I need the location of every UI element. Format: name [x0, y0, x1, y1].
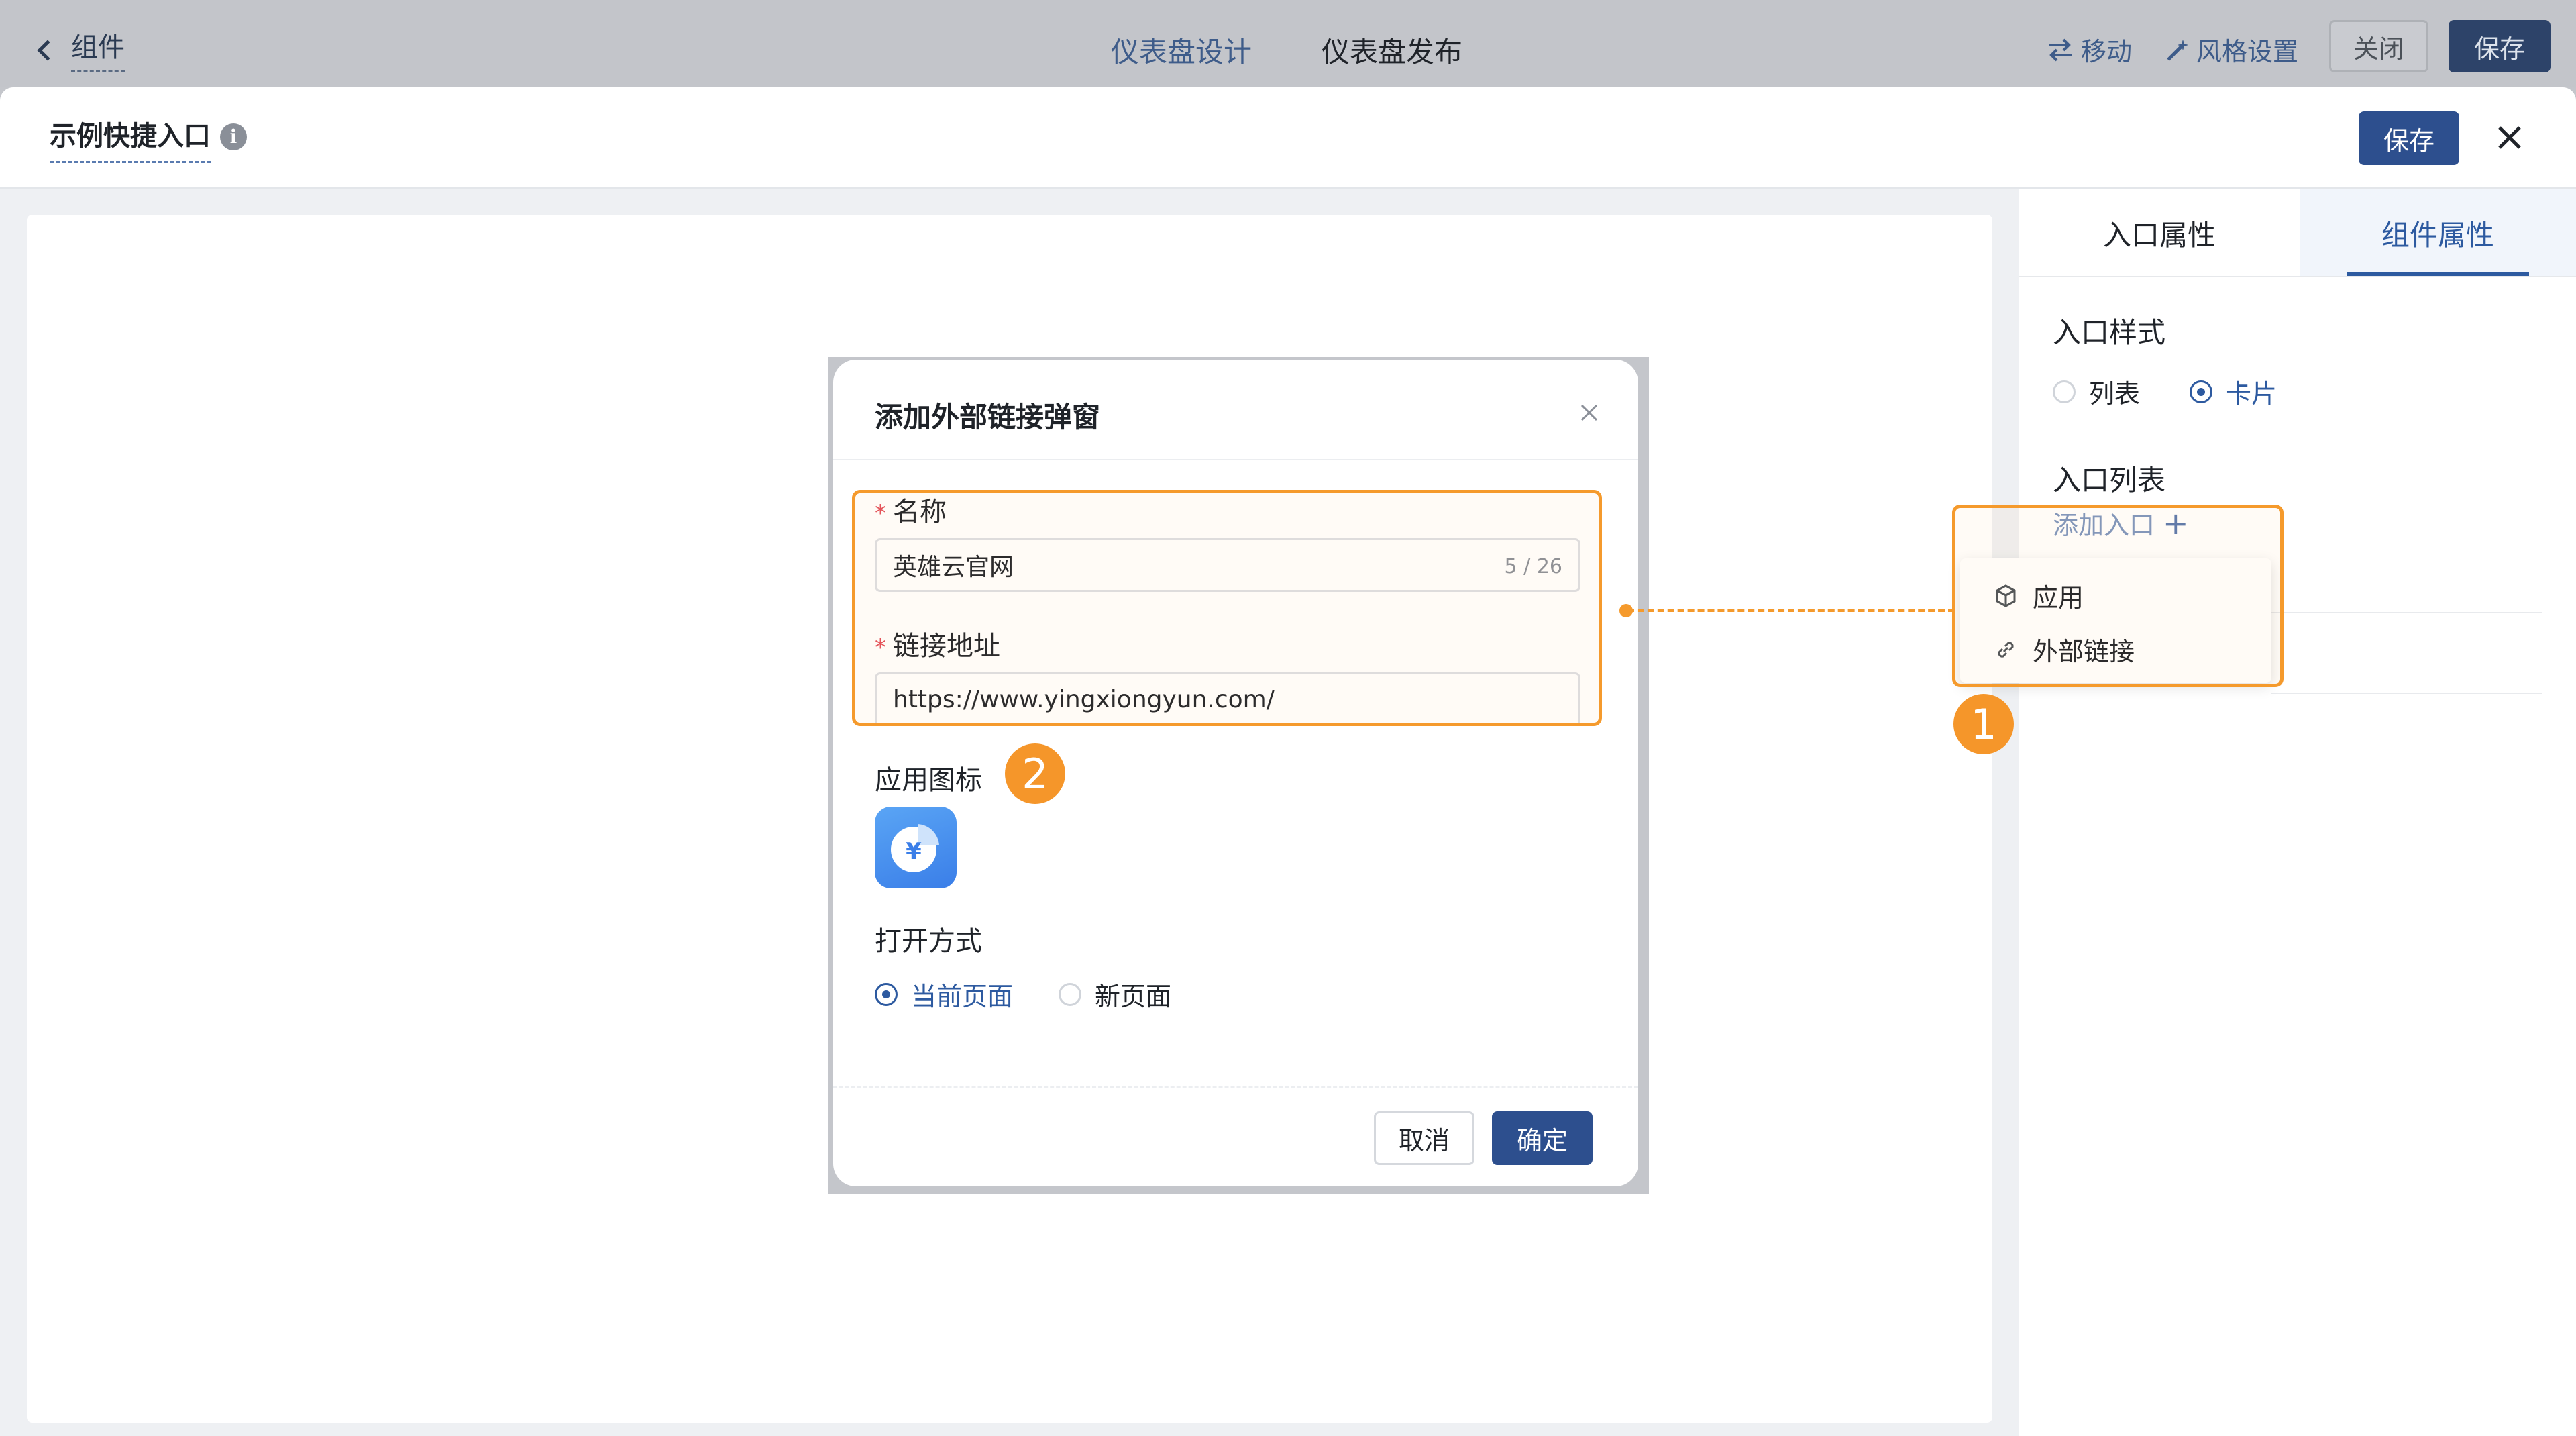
tab-component-properties[interactable]: 组件属性: [2300, 189, 2576, 276]
highlight-form-fields: [852, 490, 1602, 726]
properties-pane: 入口属性 组件属性 入口样式 列表 卡片 入口列表 添加入口 +: [2019, 189, 2576, 1436]
swap-icon: [2049, 38, 2072, 61]
app-icon-label: 应用图标: [875, 765, 982, 796]
dialog-title: 添加外部链接弹窗: [875, 401, 1101, 433]
app-icon-picker[interactable]: ¥: [875, 807, 957, 888]
radio-new-page-label: 新页面: [1095, 982, 1172, 1011]
style-settings-button[interactable]: 风格设置: [2164, 31, 2298, 68]
component-title[interactable]: 示例快捷入口: [50, 114, 211, 163]
radio-list-label: 列表: [2089, 379, 2141, 409]
step-badge-2: 2: [1005, 743, 1065, 804]
confirm-button[interactable]: 确定: [1492, 1111, 1593, 1165]
tab-dashboard-publish[interactable]: 仪表盘发布: [1322, 30, 1462, 70]
yuan-symbol: ¥: [906, 838, 922, 865]
panel-save-button[interactable]: 保存: [2359, 111, 2459, 165]
save-button[interactable]: 保存: [2449, 20, 2551, 72]
step-badge-1: 1: [1953, 694, 2014, 754]
radio-list[interactable]: 列表: [2053, 373, 2140, 410]
connector-line: [1627, 609, 1955, 612]
entry-list-heading: 入口列表: [2053, 464, 2166, 497]
back-button[interactable]: 组件: [37, 25, 125, 72]
highlight-add-entry: [1952, 505, 2284, 687]
entry-style-heading: 入口样式: [2053, 316, 2166, 349]
open-mode-label: 打开方式: [875, 926, 982, 957]
close-button[interactable]: 关闭: [2329, 20, 2428, 72]
move-label: 移动: [2081, 37, 2133, 66]
list-divider: [2271, 693, 2542, 694]
move-button[interactable]: 移动: [2046, 31, 2132, 68]
chevron-left-icon: [37, 39, 58, 61]
close-icon[interactable]: [1579, 403, 1599, 423]
close-icon[interactable]: [2493, 121, 2526, 154]
magic-wand-icon: [2167, 39, 2188, 61]
radio-circle: [2053, 380, 2076, 403]
radio-card-label: 卡片: [2226, 379, 2277, 409]
radio-card[interactable]: 卡片: [2190, 373, 2277, 410]
dialog-header-divider: [833, 459, 1638, 460]
yuan-pie-icon: ¥: [891, 824, 939, 872]
radio-new-page[interactable]: 新页面: [1059, 976, 1171, 1013]
radio-circle-checked: [2190, 380, 2212, 403]
add-external-link-dialog: 添加外部链接弹窗 * 名称 英雄云官网 5 / 26 * 链接地址 https://…: [833, 360, 1638, 1186]
tab-entry-properties[interactable]: 入口属性: [2019, 189, 2300, 276]
top-bar: 组件 仪表盘设计 仪表盘发布 移动 风格设置 关闭 保存: [0, 0, 2576, 87]
radio-current-page-label: 当前页面: [911, 982, 1014, 1011]
panel-header: 示例快捷入口 i 保存: [0, 87, 2576, 189]
radio-circle: [1059, 982, 1081, 1006]
tab-dashboard-design[interactable]: 仪表盘设计: [1111, 30, 1252, 70]
style-settings-label: 风格设置: [2196, 37, 2299, 66]
dialog-footer-divider: [833, 1086, 1638, 1088]
back-label: 组件: [71, 25, 125, 72]
cancel-button[interactable]: 取消: [1374, 1111, 1474, 1165]
info-icon[interactable]: i: [220, 123, 247, 150]
radio-current-page[interactable]: 当前页面: [875, 976, 1013, 1013]
active-tab-indicator: [2347, 272, 2529, 276]
radio-circle-checked: [875, 982, 898, 1006]
list-divider: [2271, 612, 2542, 613]
